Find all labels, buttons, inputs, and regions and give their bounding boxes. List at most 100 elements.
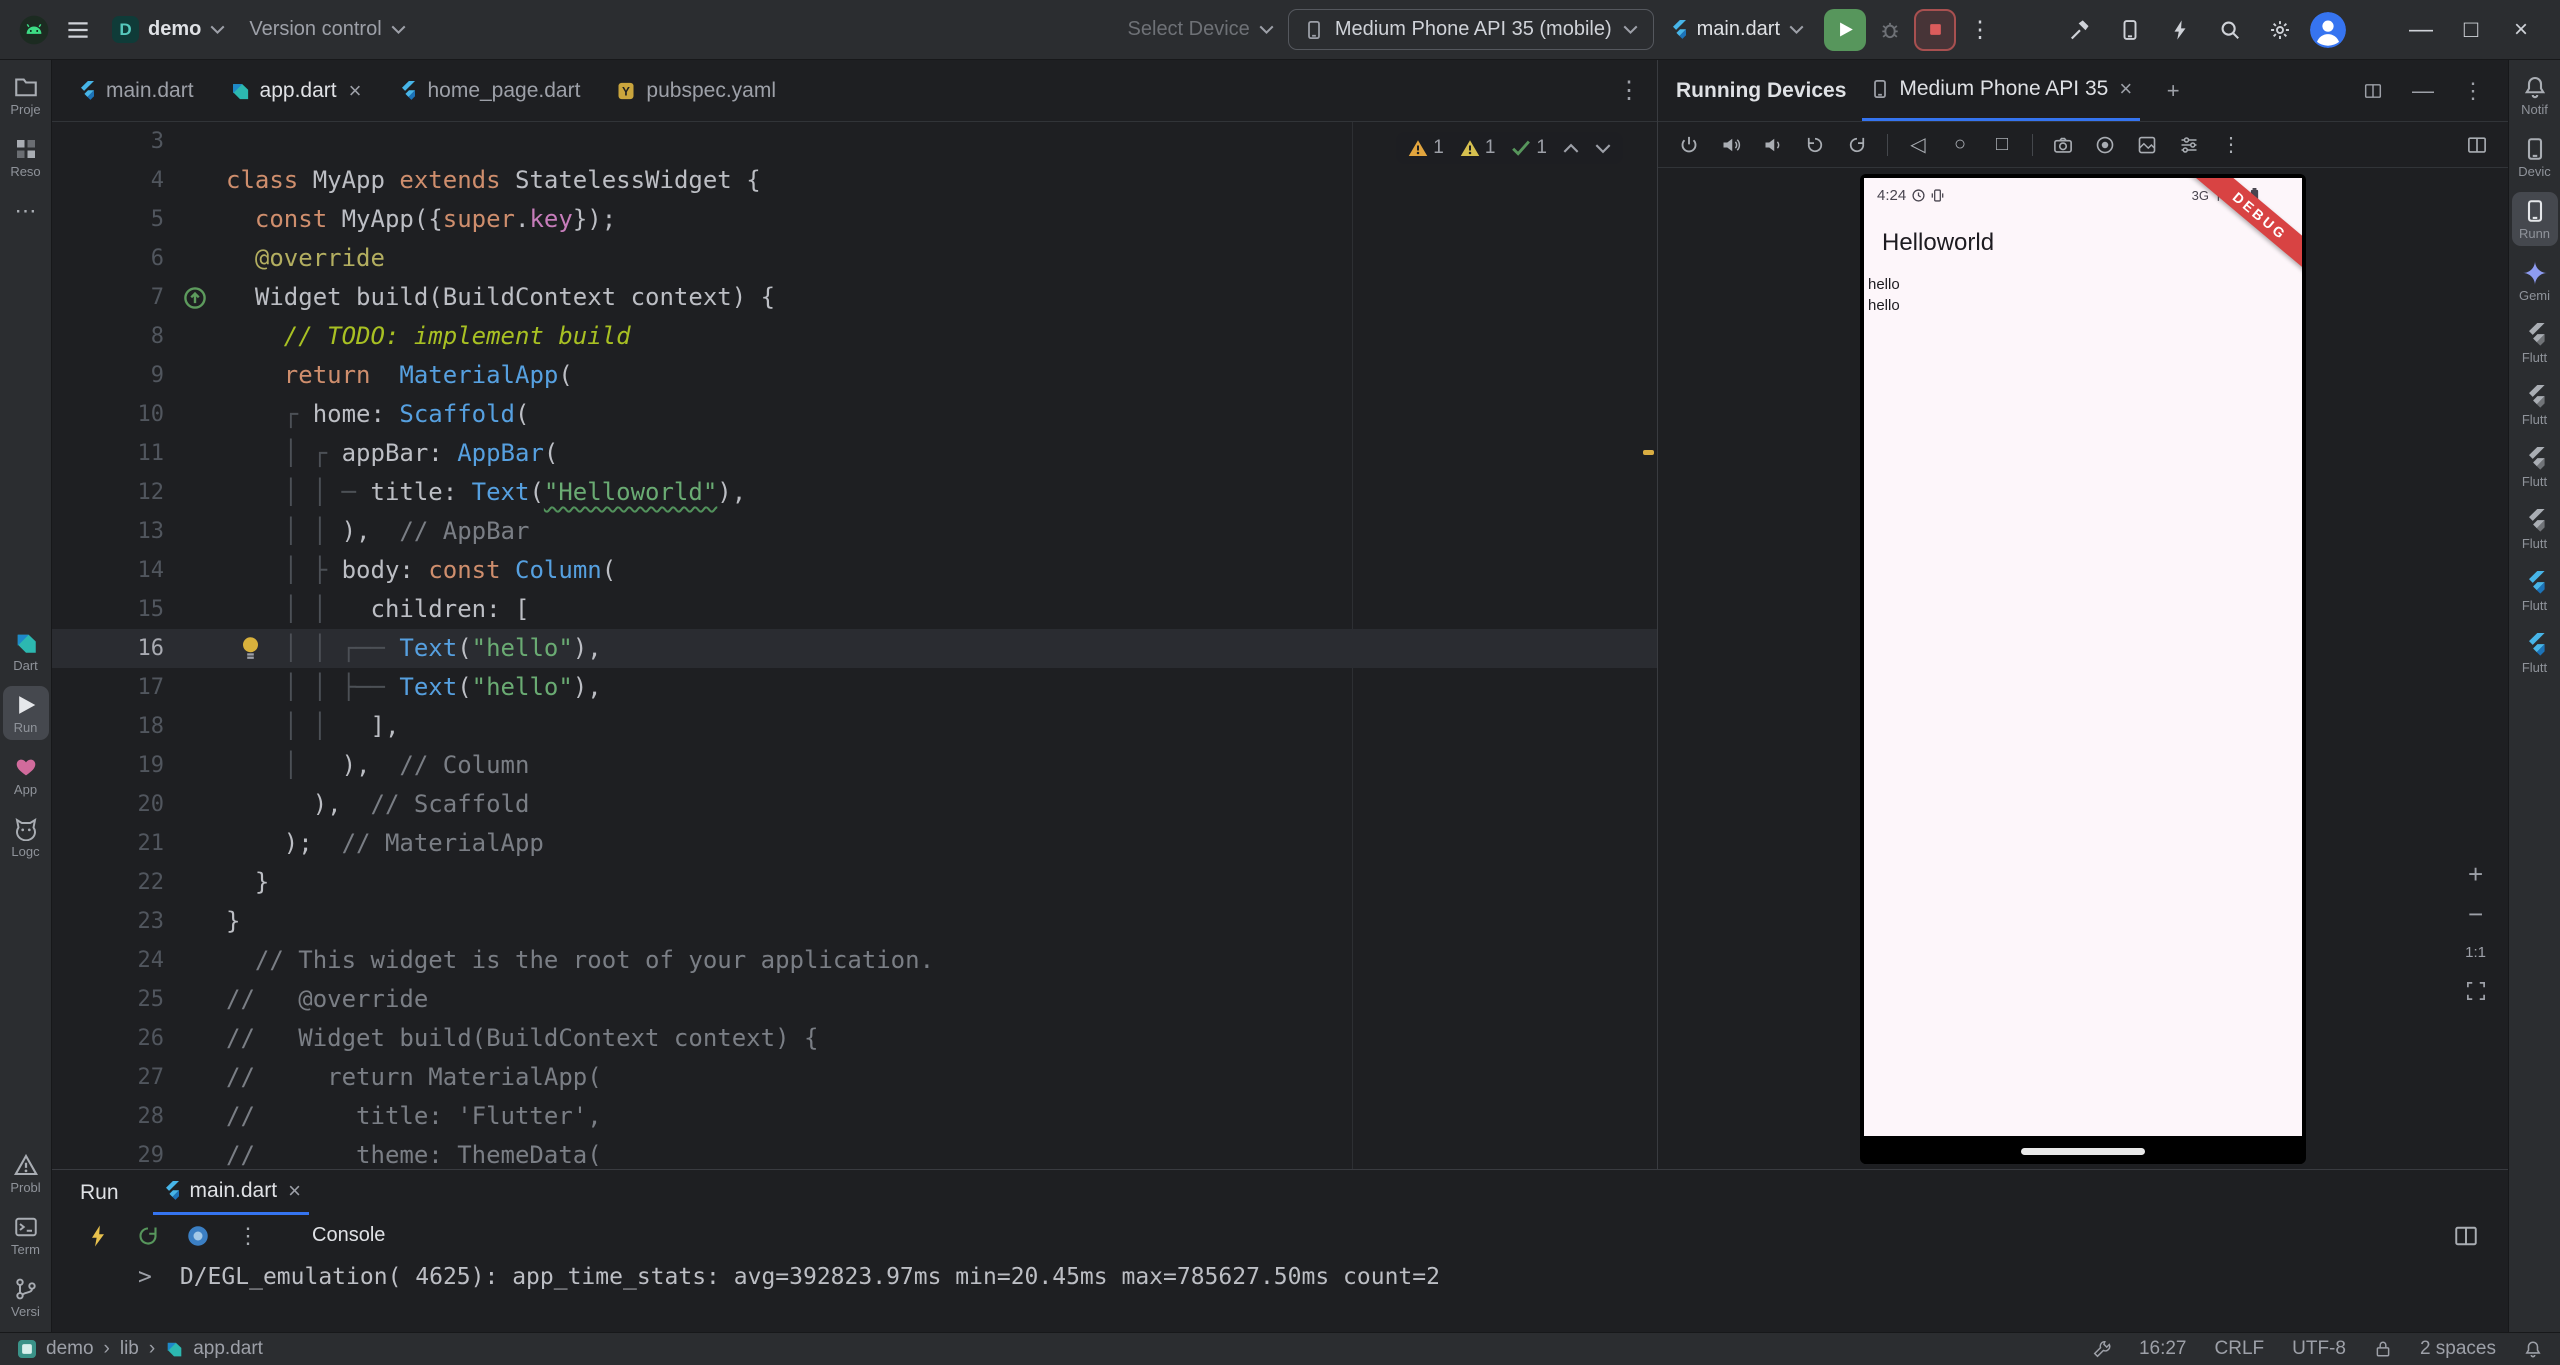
console-tab[interactable]: Console (312, 1224, 385, 1247)
line-number[interactable]: 14 (52, 551, 164, 590)
code-line[interactable]: 11 │ ┌ appBar: AppBar( (52, 434, 1657, 473)
line-number[interactable]: 6 (52, 239, 164, 278)
line-number[interactable]: 26 (52, 1019, 164, 1058)
line-separator[interactable]: CRLF (2215, 1338, 2265, 1360)
profiler-icon[interactable] (2110, 10, 2150, 50)
line-number[interactable]: 13 (52, 512, 164, 551)
editor-tab-home_page.dart[interactable]: home_page.dart (379, 60, 598, 121)
code-line[interactable]: 10 ┌ home: Scaffold( (52, 395, 1657, 434)
code-line[interactable]: 24 // This widget is the root of your ap… (52, 941, 1657, 980)
line-number[interactable]: 25 (52, 980, 164, 1019)
tool-button-version-control[interactable]: Versi (3, 1270, 49, 1324)
code-line[interactable]: 14 │ ├ body: const Column( (52, 551, 1657, 590)
tool-button-running-devices[interactable]: Runn (2512, 192, 2558, 246)
device-screenshot-button[interactable] (2044, 128, 2082, 162)
search-icon[interactable] (2210, 10, 2250, 50)
device-selector[interactable]: Medium Phone API 35 (mobile) (1288, 9, 1654, 50)
indent-setting[interactable]: 2 spaces (2420, 1338, 2496, 1360)
open-devtools-button[interactable] (186, 1224, 210, 1248)
override-marker-icon[interactable] (183, 286, 207, 310)
console-output[interactable]: > D/EGL_emulation( 4625): app_time_stats… (52, 1256, 2508, 1332)
device-rotate-right-button[interactable] (1838, 128, 1876, 162)
device-back-button[interactable]: ◁ (1899, 128, 1937, 162)
debug-button[interactable] (1870, 10, 1910, 50)
warning-count[interactable]: 1 (1408, 137, 1444, 159)
tool-button-flutter-inspector[interactable]: Flutt (2512, 440, 2558, 494)
intention-bulb-icon[interactable] (240, 635, 261, 662)
code-line[interactable]: 21 ); // MaterialApp (52, 824, 1657, 863)
device-volume-up-button[interactable] (1712, 128, 1750, 162)
main-menu-button[interactable] (58, 10, 98, 50)
line-number[interactable]: 4 (52, 161, 164, 200)
device-snapshot-button[interactable] (2128, 128, 2166, 162)
line-number[interactable]: 17 (52, 668, 164, 707)
hot-restart-button[interactable] (136, 1224, 160, 1248)
device-screen-record-button[interactable] (2086, 128, 2124, 162)
editor-tab-main.dart[interactable]: main.dart (58, 60, 212, 121)
run-button[interactable] (1824, 9, 1866, 51)
maximize-window-button[interactable]: □ (2446, 7, 2496, 53)
hide-panel-button[interactable]: — (2406, 74, 2440, 108)
code-line[interactable]: 28// title: 'Flutter', (52, 1097, 1657, 1136)
vcs-widget[interactable]: Version control (239, 12, 415, 47)
line-number[interactable]: 27 (52, 1058, 164, 1097)
gemini-bolt-icon[interactable] (2160, 10, 2200, 50)
emulator-phone[interactable]: 4:24 3G (1860, 174, 2306, 1164)
file-encoding[interactable]: UTF-8 (2292, 1338, 2346, 1360)
tool-button-resource-manager[interactable]: Reso (3, 130, 49, 184)
user-avatar[interactable] (2310, 12, 2346, 48)
fit-to-window-icon[interactable] (2458, 128, 2496, 162)
split-panel-icon[interactable] (2356, 74, 2390, 108)
close-tab-icon[interactable]: × (2119, 76, 2132, 102)
device-tab[interactable]: Medium Phone API 35 × (1862, 60, 2140, 121)
breadcrumb-file[interactable]: app.dart (193, 1338, 263, 1360)
device-volume-down-button[interactable] (1754, 128, 1792, 162)
editor-tab-pubspec.yaml[interactable]: Ypubspec.yaml (598, 60, 794, 121)
tool-button-flutter-coverage[interactable]: Flutt (2512, 502, 2558, 556)
wrench-icon[interactable] (2093, 1340, 2111, 1358)
line-number[interactable]: 20 (52, 785, 164, 824)
code-line[interactable]: 27// return MaterialApp( (52, 1058, 1657, 1097)
line-number[interactable]: 9 (52, 356, 164, 395)
code-line[interactable]: 25// @override (52, 980, 1657, 1019)
phone-nav-bar[interactable] (1864, 1136, 2302, 1164)
tool-button-flutter-performance[interactable]: Flutt (2512, 378, 2558, 432)
settings-gear-icon[interactable] (2260, 10, 2300, 50)
code-line[interactable]: 12 │ │ ─ title: Text("Helloworld"), (52, 473, 1657, 512)
code-line[interactable]: 9 return MaterialApp( (52, 356, 1657, 395)
build-hammer-icon[interactable] (2060, 10, 2100, 50)
weak-warning-count[interactable]: 1 (1460, 137, 1496, 159)
breadcrumb-dir[interactable]: lib (120, 1338, 139, 1360)
zoom-reset-button[interactable]: 1:1 (2465, 944, 2486, 961)
tool-button-flutter-devtools[interactable]: Flutt (2512, 626, 2558, 680)
code-line[interactable]: 18 │ │ ], (52, 707, 1657, 746)
layout-settings-icon[interactable] (2454, 1224, 2478, 1248)
close-window-button[interactable]: × (2496, 7, 2546, 53)
previous-problem-icon[interactable] (1563, 143, 1579, 154)
line-number[interactable]: 16 (52, 629, 164, 668)
select-device-dropdown[interactable]: Select Device (1118, 12, 1284, 47)
close-tab-icon[interactable]: × (288, 1178, 301, 1204)
tool-button-logcat[interactable]: Logc (3, 810, 49, 864)
line-number[interactable]: 3 (52, 122, 164, 161)
tool-button-device-manager[interactable]: Devic (2512, 130, 2558, 184)
device-home-button[interactable]: ○ (1941, 128, 1979, 162)
code-editor[interactable]: 34class MyApp extends StatelessWidget {5… (52, 122, 1657, 1169)
tool-button-flutter-attach[interactable]: Flutt (2512, 564, 2558, 618)
tool-button-dart-analysis[interactable]: Dart (3, 624, 49, 678)
code-line[interactable]: 23} (52, 902, 1657, 941)
code-line[interactable]: 13 │ │ ), // AppBar (52, 512, 1657, 551)
code-line[interactable]: 19 │ ), // Column (52, 746, 1657, 785)
line-number[interactable]: 10 (52, 395, 164, 434)
run-tab[interactable]: main.dart × (153, 1170, 309, 1215)
scrollbar-error-stripe[interactable] (1639, 122, 1657, 1169)
tool-button-gemini[interactable]: Gemi (2512, 254, 2558, 308)
breadcrumb-project[interactable]: demo (46, 1338, 94, 1360)
hot-reload-button[interactable] (86, 1224, 110, 1248)
cursor-position[interactable]: 16:27 (2139, 1338, 2187, 1360)
zoom-out-button[interactable]: − (2468, 904, 2483, 924)
line-number[interactable]: 8 (52, 317, 164, 356)
code-line[interactable]: 29// theme: ThemeData( (52, 1136, 1657, 1169)
code-line[interactable]: 4class MyApp extends StatelessWidget { (52, 161, 1657, 200)
tool-button-flutter-outline[interactable]: Flutt (2512, 316, 2558, 370)
